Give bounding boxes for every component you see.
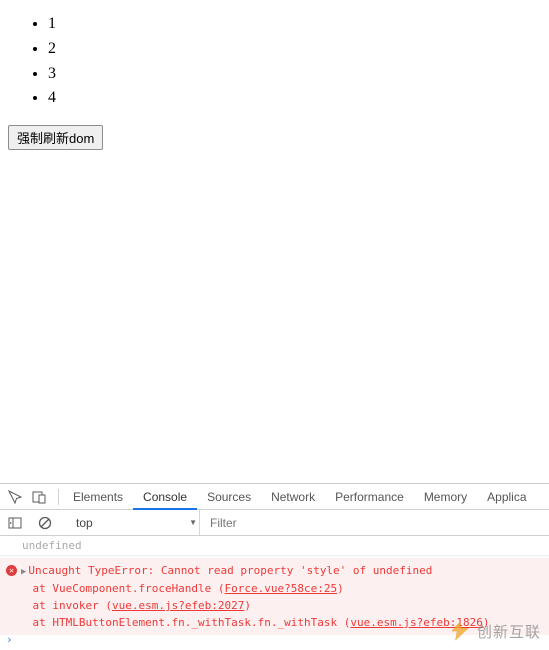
- number-list: 1 2 3 4: [8, 12, 541, 111]
- stack-frame: at invoker (vue.esm.js?efeb:2027): [6, 599, 251, 612]
- stack-frame: at HTMLButtonElement.fn._withTask.fn._wi…: [6, 616, 489, 629]
- console-output-line: undefined: [0, 536, 549, 556]
- error-message: Uncaught TypeError: Cannot read property…: [28, 564, 432, 577]
- context-selector-value: top: [76, 516, 93, 530]
- error-icon: ✕: [6, 565, 17, 576]
- stack-frame: at VueComponent.froceHandle (Force.vue?5…: [6, 582, 344, 595]
- console-toolbar: top ▼: [0, 510, 549, 536]
- clear-console-icon[interactable]: [36, 514, 54, 532]
- tab-performance[interactable]: Performance: [325, 484, 414, 510]
- context-selector[interactable]: top ▼: [70, 510, 200, 535]
- list-item: 4: [48, 86, 541, 111]
- force-refresh-button[interactable]: 强制刷新dom: [8, 125, 103, 150]
- tab-memory[interactable]: Memory: [414, 484, 477, 510]
- toggle-sidebar-icon[interactable]: [6, 514, 24, 532]
- devtools-panel: Elements Console Sources Network Perform…: [0, 483, 549, 650]
- list-item: 3: [48, 62, 541, 87]
- device-toggle-icon[interactable]: [30, 488, 48, 506]
- console-body: undefined ✕ ▶Uncaught TypeError: Cannot r…: [0, 536, 549, 650]
- tab-elements[interactable]: Elements: [63, 484, 133, 510]
- tab-sources[interactable]: Sources: [197, 484, 261, 510]
- filter-input[interactable]: [206, 513, 543, 533]
- source-link[interactable]: Force.vue?58ce:25: [225, 582, 338, 595]
- inspect-icon[interactable]: [6, 488, 24, 506]
- tab-application[interactable]: Applica: [477, 484, 536, 510]
- console-error: ✕ ▶Uncaught TypeError: Cannot read proper…: [0, 558, 549, 635]
- list-item: 2: [48, 37, 541, 62]
- devtools-tabbar: Elements Console Sources Network Perform…: [0, 484, 549, 510]
- source-link[interactable]: vue.esm.js?efeb:1826: [350, 616, 482, 629]
- chevron-down-icon: ▼: [189, 518, 197, 527]
- tab-console[interactable]: Console: [133, 484, 197, 510]
- console-prompt-icon[interactable]: ›: [6, 633, 13, 646]
- disclosure-triangle-icon[interactable]: ▶: [21, 566, 26, 580]
- page-content: 1 2 3 4 强制刷新dom: [0, 0, 549, 150]
- tab-network[interactable]: Network: [261, 484, 325, 510]
- list-item: 1: [48, 12, 541, 37]
- source-link[interactable]: vue.esm.js?efeb:2027: [112, 599, 244, 612]
